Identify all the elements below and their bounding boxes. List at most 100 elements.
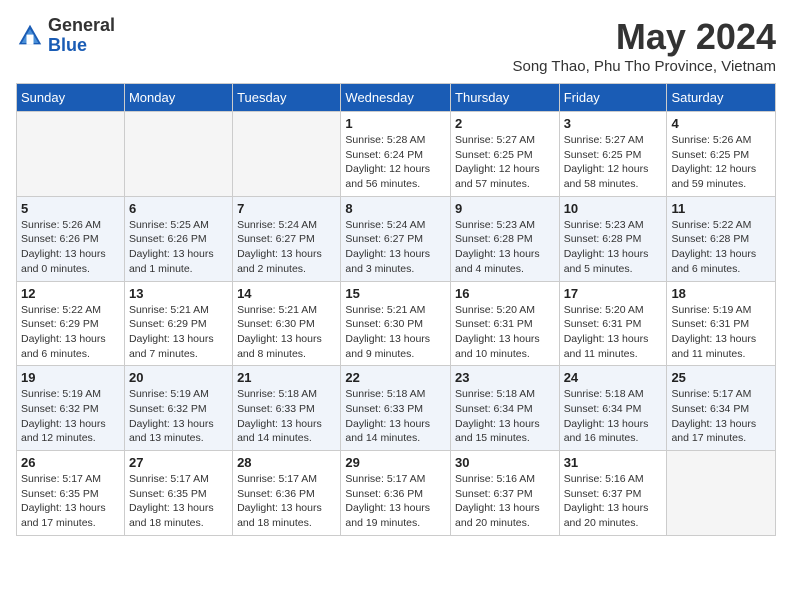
day-number: 1 bbox=[345, 116, 446, 131]
day-info: Sunrise: 5:25 AM Sunset: 6:26 PM Dayligh… bbox=[129, 218, 228, 277]
day-info: Sunrise: 5:23 AM Sunset: 6:28 PM Dayligh… bbox=[455, 218, 555, 277]
day-info: Sunrise: 5:24 AM Sunset: 6:27 PM Dayligh… bbox=[345, 218, 446, 277]
calendar-cell: 1 Sunrise: 5:28 AM Sunset: 6:24 PM Daylig… bbox=[341, 112, 451, 197]
day-info: Sunrise: 5:28 AM Sunset: 6:24 PM Dayligh… bbox=[345, 133, 446, 192]
day-info: Sunrise: 5:18 AM Sunset: 6:34 PM Dayligh… bbox=[455, 387, 555, 446]
day-number: 23 bbox=[455, 370, 555, 385]
day-header-monday: Monday bbox=[124, 84, 232, 112]
calendar-cell: 5 Sunrise: 5:26 AM Sunset: 6:26 PM Daylig… bbox=[17, 196, 125, 281]
day-number: 3 bbox=[564, 116, 663, 131]
day-info: Sunrise: 5:20 AM Sunset: 6:31 PM Dayligh… bbox=[455, 303, 555, 362]
day-number: 16 bbox=[455, 286, 555, 301]
calendar-cell: 12Sunrise: 5:22 AM Sunset: 6:29 PM Dayli… bbox=[17, 281, 125, 366]
day-info: Sunrise: 5:23 AM Sunset: 6:28 PM Dayligh… bbox=[564, 218, 663, 277]
day-number: 20 bbox=[129, 370, 228, 385]
day-info: Sunrise: 5:27 AM Sunset: 6:25 PM Dayligh… bbox=[455, 133, 555, 192]
day-info: Sunrise: 5:16 AM Sunset: 6:37 PM Dayligh… bbox=[455, 472, 555, 531]
calendar-cell: 24Sunrise: 5:18 AM Sunset: 6:34 PM Dayli… bbox=[559, 366, 667, 451]
day-info: Sunrise: 5:21 AM Sunset: 6:29 PM Dayligh… bbox=[129, 303, 228, 362]
day-header-tuesday: Tuesday bbox=[233, 84, 341, 112]
day-header-saturday: Saturday bbox=[667, 84, 776, 112]
day-info: Sunrise: 5:18 AM Sunset: 6:33 PM Dayligh… bbox=[345, 387, 446, 446]
day-number: 22 bbox=[345, 370, 446, 385]
day-number: 21 bbox=[237, 370, 336, 385]
day-info: Sunrise: 5:17 AM Sunset: 6:36 PM Dayligh… bbox=[345, 472, 446, 531]
day-info: Sunrise: 5:20 AM Sunset: 6:31 PM Dayligh… bbox=[564, 303, 663, 362]
day-info: Sunrise: 5:17 AM Sunset: 6:34 PM Dayligh… bbox=[671, 387, 771, 446]
calendar-cell: 18Sunrise: 5:19 AM Sunset: 6:31 PM Dayli… bbox=[667, 281, 776, 366]
day-info: Sunrise: 5:27 AM Sunset: 6:25 PM Dayligh… bbox=[564, 133, 663, 192]
calendar-cell: 22 Sunrise: 5:18 AM Sunset: 6:33 PM Dayli… bbox=[341, 366, 451, 451]
page-header: General Blue May 2024 Song Thao, Phu Tho… bbox=[16, 16, 776, 75]
calendar-cell: 20 Sunrise: 5:19 AM Sunset: 6:32 PM Dayli… bbox=[124, 366, 232, 451]
calendar-cell: 15 Sunrise: 5:21 AM Sunset: 6:30 PM Dayli… bbox=[341, 281, 451, 366]
day-number: 6 bbox=[129, 201, 228, 216]
calendar-cell bbox=[124, 112, 232, 197]
calendar-cell: 27Sunrise: 5:17 AM Sunset: 6:35 PM Dayli… bbox=[124, 451, 232, 536]
day-number: 30 bbox=[455, 455, 555, 470]
calendar-cell bbox=[233, 112, 341, 197]
calendar-cell: 13 Sunrise: 5:21 AM Sunset: 6:29 PM Dayli… bbox=[124, 281, 232, 366]
day-info: Sunrise: 5:21 AM Sunset: 6:30 PM Dayligh… bbox=[237, 303, 336, 362]
calendar-cell: 2 Sunrise: 5:27 AM Sunset: 6:25 PM Daylig… bbox=[451, 112, 560, 197]
calendar-cell: 8Sunrise: 5:24 AM Sunset: 6:27 PM Daylig… bbox=[341, 196, 451, 281]
logo-icon bbox=[16, 22, 44, 50]
calendar-cell: 26 Sunrise: 5:17 AM Sunset: 6:35 PM Dayli… bbox=[17, 451, 125, 536]
calendar-week-5: 26 Sunrise: 5:17 AM Sunset: 6:35 PM Dayli… bbox=[17, 451, 776, 536]
day-number: 11 bbox=[671, 201, 771, 216]
day-number: 2 bbox=[455, 116, 555, 131]
logo-blue-text: Blue bbox=[48, 35, 87, 55]
calendar-cell: 21 Sunrise: 5:18 AM Sunset: 6:33 PM Dayli… bbox=[233, 366, 341, 451]
day-info: Sunrise: 5:17 AM Sunset: 6:35 PM Dayligh… bbox=[21, 472, 120, 531]
calendar-cell: 19 Sunrise: 5:19 AM Sunset: 6:32 PM Dayli… bbox=[17, 366, 125, 451]
calendar-cell: 10 Sunrise: 5:23 AM Sunset: 6:28 PM Dayli… bbox=[559, 196, 667, 281]
calendar-cell: 16 Sunrise: 5:20 AM Sunset: 6:31 PM Dayli… bbox=[451, 281, 560, 366]
day-info: Sunrise: 5:17 AM Sunset: 6:36 PM Dayligh… bbox=[237, 472, 336, 531]
day-info: Sunrise: 5:19 AM Sunset: 6:31 PM Dayligh… bbox=[671, 303, 771, 362]
logo: General Blue bbox=[16, 16, 115, 56]
day-info: Sunrise: 5:18 AM Sunset: 6:33 PM Dayligh… bbox=[237, 387, 336, 446]
calendar-cell: 11 Sunrise: 5:22 AM Sunset: 6:28 PM Dayli… bbox=[667, 196, 776, 281]
day-number: 15 bbox=[345, 286, 446, 301]
day-info: Sunrise: 5:16 AM Sunset: 6:37 PM Dayligh… bbox=[564, 472, 663, 531]
calendar-cell: 3 Sunrise: 5:27 AM Sunset: 6:25 PM Daylig… bbox=[559, 112, 667, 197]
day-number: 25 bbox=[671, 370, 771, 385]
day-number: 9 bbox=[455, 201, 555, 216]
calendar-cell: 6 Sunrise: 5:25 AM Sunset: 6:26 PM Daylig… bbox=[124, 196, 232, 281]
calendar-cell: 30 Sunrise: 5:16 AM Sunset: 6:37 PM Dayli… bbox=[451, 451, 560, 536]
calendar-cell bbox=[667, 451, 776, 536]
calendar-week-2: 5 Sunrise: 5:26 AM Sunset: 6:26 PM Daylig… bbox=[17, 196, 776, 281]
calendar-cell bbox=[17, 112, 125, 197]
day-number: 10 bbox=[564, 201, 663, 216]
day-info: Sunrise: 5:24 AM Sunset: 6:27 PM Dayligh… bbox=[237, 218, 336, 277]
day-info: Sunrise: 5:19 AM Sunset: 6:32 PM Dayligh… bbox=[21, 387, 120, 446]
day-info: Sunrise: 5:26 AM Sunset: 6:26 PM Dayligh… bbox=[21, 218, 120, 277]
day-header-wednesday: Wednesday bbox=[341, 84, 451, 112]
calendar-week-4: 19 Sunrise: 5:19 AM Sunset: 6:32 PM Dayli… bbox=[17, 366, 776, 451]
day-number: 13 bbox=[129, 286, 228, 301]
calendar-header: SundayMondayTuesdayWednesdayThursdayFrid… bbox=[17, 84, 776, 112]
calendar-cell: 17Sunrise: 5:20 AM Sunset: 6:31 PM Dayli… bbox=[559, 281, 667, 366]
day-info: Sunrise: 5:19 AM Sunset: 6:32 PM Dayligh… bbox=[129, 387, 228, 446]
day-number: 7 bbox=[237, 201, 336, 216]
day-info: Sunrise: 5:22 AM Sunset: 6:28 PM Dayligh… bbox=[671, 218, 771, 277]
calendar-cell: 7 Sunrise: 5:24 AM Sunset: 6:27 PM Daylig… bbox=[233, 196, 341, 281]
day-number: 28 bbox=[237, 455, 336, 470]
day-number: 4 bbox=[671, 116, 771, 131]
day-info: Sunrise: 5:18 AM Sunset: 6:34 PM Dayligh… bbox=[564, 387, 663, 446]
day-info: Sunrise: 5:26 AM Sunset: 6:25 PM Dayligh… bbox=[671, 133, 771, 192]
day-number: 12 bbox=[21, 286, 120, 301]
day-number: 19 bbox=[21, 370, 120, 385]
title-block: May 2024 Song Thao, Phu Tho Province, Vi… bbox=[512, 16, 776, 75]
day-number: 5 bbox=[21, 201, 120, 216]
day-number: 26 bbox=[21, 455, 120, 470]
day-number: 14 bbox=[237, 286, 336, 301]
calendar-week-1: 1 Sunrise: 5:28 AM Sunset: 6:24 PM Daylig… bbox=[17, 112, 776, 197]
calendar-cell: 28 Sunrise: 5:17 AM Sunset: 6:36 PM Dayli… bbox=[233, 451, 341, 536]
month-title: May 2024 bbox=[512, 16, 776, 58]
location: Song Thao, Phu Tho Province, Vietnam bbox=[512, 58, 776, 75]
calendar-table: SundayMondayTuesdayWednesdayThursdayFrid… bbox=[16, 83, 776, 536]
calendar-cell: 29 Sunrise: 5:17 AM Sunset: 6:36 PM Dayli… bbox=[341, 451, 451, 536]
day-number: 29 bbox=[345, 455, 446, 470]
day-info: Sunrise: 5:21 AM Sunset: 6:30 PM Dayligh… bbox=[345, 303, 446, 362]
